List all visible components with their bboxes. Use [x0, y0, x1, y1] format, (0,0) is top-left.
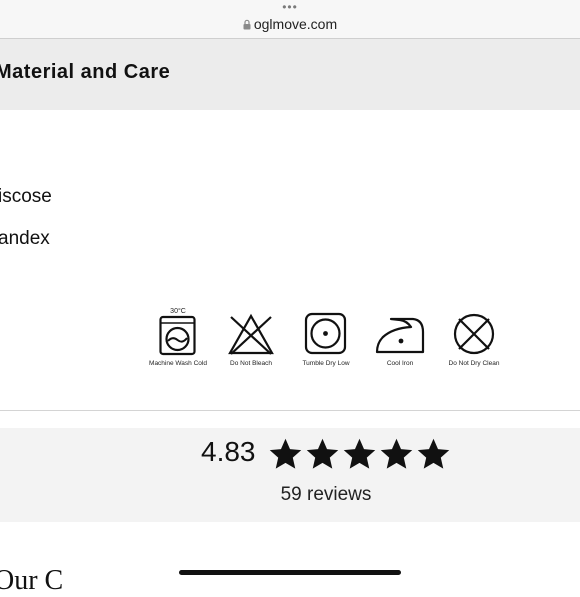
wash-temperature: 30°C [170, 308, 186, 315]
reviews-summary[interactable]: 4.83 59 reviews [0, 428, 580, 522]
care-item-tumble-dry: Tumble Dry Low [288, 305, 364, 367]
care-label: Do Not Bleach [230, 360, 272, 367]
lock-icon [243, 17, 251, 33]
do-not-bleach-icon [228, 313, 274, 355]
address-field[interactable]: oglmove.com [0, 16, 580, 33]
care-item-dry-clean: Do Not Dry Clean [436, 305, 512, 367]
care-item-iron: Cool Iron [362, 305, 438, 367]
care-item-bleach: Do Not Bleach [213, 305, 289, 367]
care-label: Machine Wash Cold [149, 360, 207, 367]
star-icon [343, 438, 376, 469]
next-section-heading: Our C [0, 565, 64, 596]
star-icon [306, 438, 339, 469]
home-indicator[interactable] [179, 570, 401, 575]
star-icon [380, 438, 413, 469]
review-count-link[interactable]: 59 reviews [0, 484, 580, 506]
url-text: oglmove.com [253, 16, 338, 32]
care-item-machine-wash: 30°C Machine Wash Cold [140, 305, 216, 367]
cool-iron-icon [375, 317, 425, 354]
do-not-dry-clean-icon [453, 313, 495, 355]
composition-line: iscose [0, 186, 52, 207]
section-title: Material and Care [0, 61, 171, 83]
care-label: Tumble Dry Low [302, 360, 350, 367]
tumble-dry-low-icon [304, 312, 347, 355]
composition-line: andex [0, 228, 50, 249]
rating-value: 4.83 [201, 436, 256, 467]
browser-url-bar[interactable]: ••• oglmove.com [0, 0, 580, 39]
care-label: Cool Iron [386, 360, 414, 367]
star-rating [268, 437, 453, 471]
browser-menu-dots[interactable]: ••• [0, 1, 580, 13]
divider [0, 410, 580, 411]
star-icon [417, 438, 450, 469]
care-label: Do Not Dry Clean [448, 360, 500, 367]
material-care-header[interactable]: Material and Care [0, 39, 580, 110]
care-symbols-row: 30°C Machine Wash Cold Do Not Bleach Tum… [140, 305, 515, 375]
star-icon [269, 438, 302, 469]
